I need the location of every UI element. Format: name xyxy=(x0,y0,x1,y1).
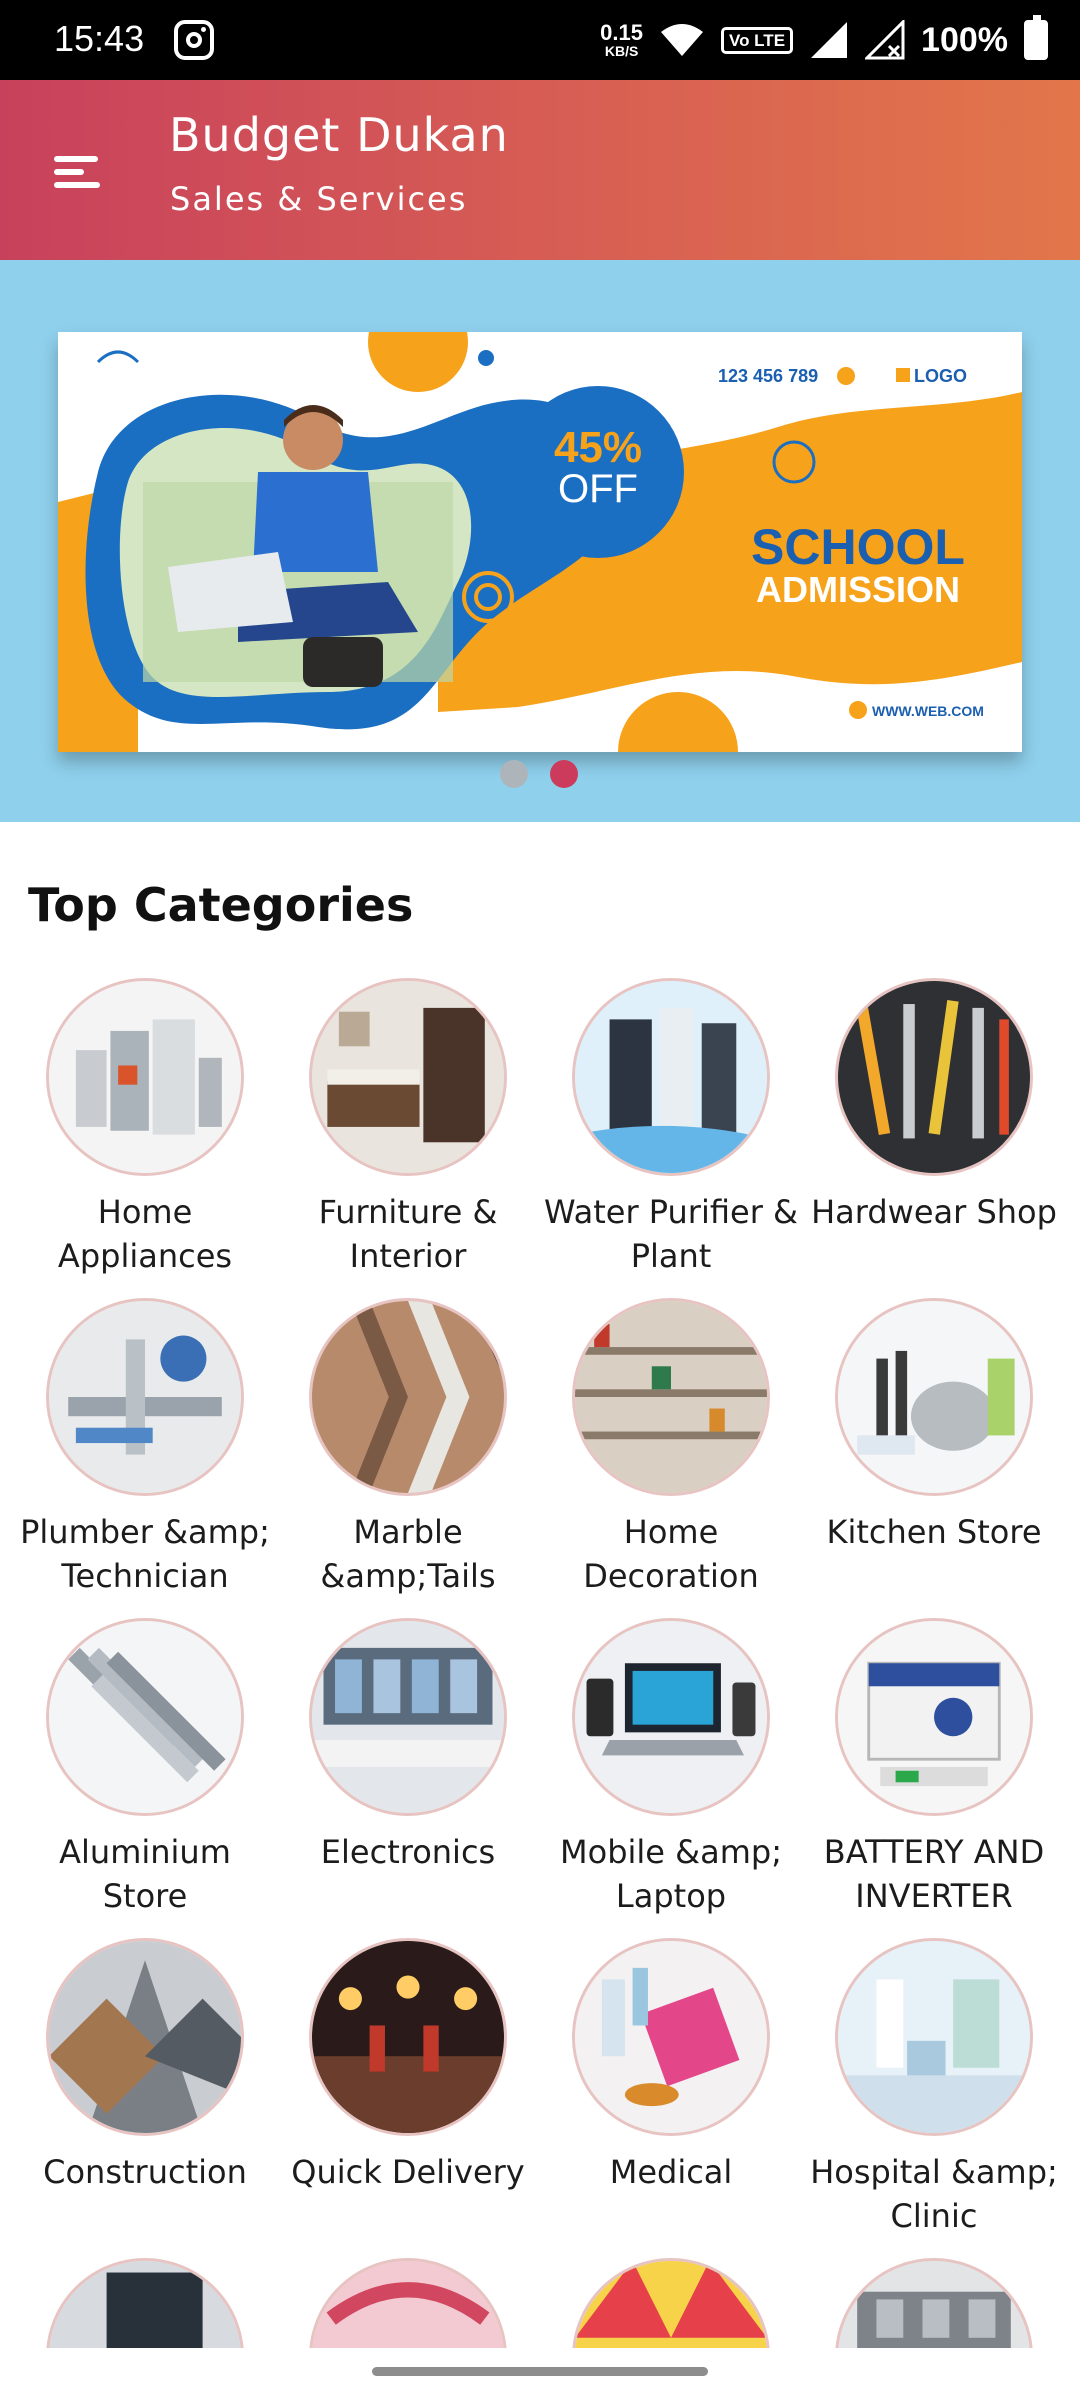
category-image xyxy=(46,978,244,1176)
network-speed: 0.15 KB/S xyxy=(600,20,643,59)
banner-slide[interactable]: 45% OFF SCHOOL ADMISSION 123 456 789 LOG… xyxy=(58,332,1022,752)
banner-discount-label: OFF xyxy=(558,467,638,511)
banner-headline-2: ADMISSION xyxy=(756,569,960,610)
category-image xyxy=(835,1298,1033,1496)
category-image xyxy=(835,2258,1033,2348)
category-plumber-technician[interactable]: Plumber &amp; Technician xyxy=(10,1298,280,1598)
category-quick-delivery[interactable]: Quick Delivery xyxy=(273,1938,543,2194)
category-label: Furniture & Interior xyxy=(318,1193,498,1275)
category-label: Hardwear Shop xyxy=(811,1193,1057,1231)
app-bar: Budget Dukan Sales & Services xyxy=(0,80,1080,260)
category-image xyxy=(46,1618,244,1816)
category-electronics[interactable]: Electronics xyxy=(273,1618,543,1874)
category-home-appliances[interactable]: Home Appliances xyxy=(10,978,280,1278)
network-speed-value: 0.15 xyxy=(600,20,643,45)
category-furniture-interior[interactable]: Furniture & Interior xyxy=(273,978,543,1278)
network-speed-unit: KB/S xyxy=(604,43,639,59)
category-label: Kitchen Store xyxy=(826,1513,1042,1551)
carousel-dot-1[interactable] xyxy=(500,760,528,788)
category-image xyxy=(46,2258,244,2348)
app-subtitle: Sales & Services xyxy=(170,180,468,218)
category-label: Construction xyxy=(43,2153,247,2191)
category-label: Electronics xyxy=(320,1833,496,1871)
category-battery-inverter[interactable]: BATTERY AND INVERTER xyxy=(799,1618,1069,1918)
home-indicator[interactable] xyxy=(372,2367,708,2376)
banner-artwork: 45% OFF SCHOOL ADMISSION 123 456 789 LOG… xyxy=(58,332,1022,752)
category-label: BATTERY AND INVERTER xyxy=(823,1833,1045,1915)
category-item[interactable] xyxy=(799,2258,1069,2348)
category-image xyxy=(309,1938,507,2136)
banner-carousel[interactable]: 45% OFF SCHOOL ADMISSION 123 456 789 LOG… xyxy=(0,260,1080,822)
wifi-icon xyxy=(661,24,703,56)
category-item[interactable] xyxy=(536,2258,806,2348)
category-item[interactable] xyxy=(10,2258,280,2348)
category-image xyxy=(835,1618,1033,1816)
section-title-top-categories: Top Categories xyxy=(28,878,414,932)
category-image xyxy=(572,1938,770,2136)
category-image xyxy=(572,978,770,1176)
category-label: Medical xyxy=(609,2153,733,2191)
category-image xyxy=(309,2258,507,2348)
category-label: Mobile &amp; Laptop xyxy=(560,1833,782,1915)
category-home-decoration[interactable]: Home Decoration xyxy=(536,1298,806,1598)
category-hospital-clinic[interactable]: Hospital &amp; Clinic xyxy=(799,1938,1069,2238)
battery-charging-icon xyxy=(1024,15,1048,60)
status-time: 15:43 xyxy=(54,18,145,59)
battery-percentage: 100% xyxy=(921,20,1008,59)
status-bar: 15:43 0.15 KB/S Vo LTE 100% xyxy=(0,0,1080,80)
category-hardwear-shop[interactable]: Hardwear Shop xyxy=(799,978,1069,1234)
menu-icon[interactable] xyxy=(50,148,110,196)
category-item[interactable] xyxy=(273,2258,543,2348)
category-marble-tails[interactable]: Marble &amp;Tails xyxy=(273,1298,543,1598)
category-label: Home Decoration xyxy=(583,1513,759,1595)
category-label: Hospital &amp; Clinic xyxy=(810,2153,1058,2235)
signal-no-service-icon xyxy=(865,20,905,60)
instagram-icon xyxy=(174,20,214,60)
category-label: Aluminium Store xyxy=(59,1833,231,1915)
category-mobile-laptop[interactable]: Mobile &amp; Laptop xyxy=(536,1618,806,1918)
category-image xyxy=(572,1298,770,1496)
category-water-purifier[interactable]: Water Purifier & Plant xyxy=(536,978,806,1278)
category-medical[interactable]: Medical xyxy=(536,1938,806,2194)
category-aluminium-store[interactable]: Aluminium Store xyxy=(10,1618,280,1918)
category-grid: Home Appliances Furniture & Interior Wat… xyxy=(0,978,1080,2348)
banner-discount-value: 45% xyxy=(554,423,642,472)
volte-badge: Vo LTE xyxy=(721,26,794,54)
category-image xyxy=(835,978,1033,1176)
category-image xyxy=(309,978,507,1176)
category-construction[interactable]: Construction xyxy=(10,1938,280,2194)
category-label: Marble &amp;Tails xyxy=(320,1513,496,1595)
category-image xyxy=(835,1938,1033,2136)
banner-website: WWW.WEB.COM xyxy=(872,703,984,719)
banner-logo: LOGO xyxy=(914,366,967,386)
category-image xyxy=(309,1618,507,1816)
category-label: Quick Delivery xyxy=(291,2153,525,2191)
status-indicators: 0.15 KB/S Vo LTE 100% xyxy=(600,15,1048,64)
category-label: Water Purifier & Plant xyxy=(544,1193,798,1275)
category-image xyxy=(572,1618,770,1816)
carousel-dot-2-active[interactable] xyxy=(550,760,578,788)
app-title: Budget Dukan xyxy=(169,108,509,162)
category-image xyxy=(46,1938,244,2136)
category-image xyxy=(309,1298,507,1496)
banner-headline-1: SCHOOL xyxy=(751,519,965,575)
category-image xyxy=(572,2258,770,2348)
carousel-indicator xyxy=(500,760,578,788)
category-label: Home Appliances xyxy=(57,1193,233,1275)
category-image xyxy=(46,1298,244,1496)
signal-icon xyxy=(811,22,848,58)
banner-phone: 123 456 789 xyxy=(718,366,818,386)
category-label: Plumber &amp; Technician xyxy=(20,1513,270,1595)
category-kitchen-store[interactable]: Kitchen Store xyxy=(799,1298,1069,1554)
